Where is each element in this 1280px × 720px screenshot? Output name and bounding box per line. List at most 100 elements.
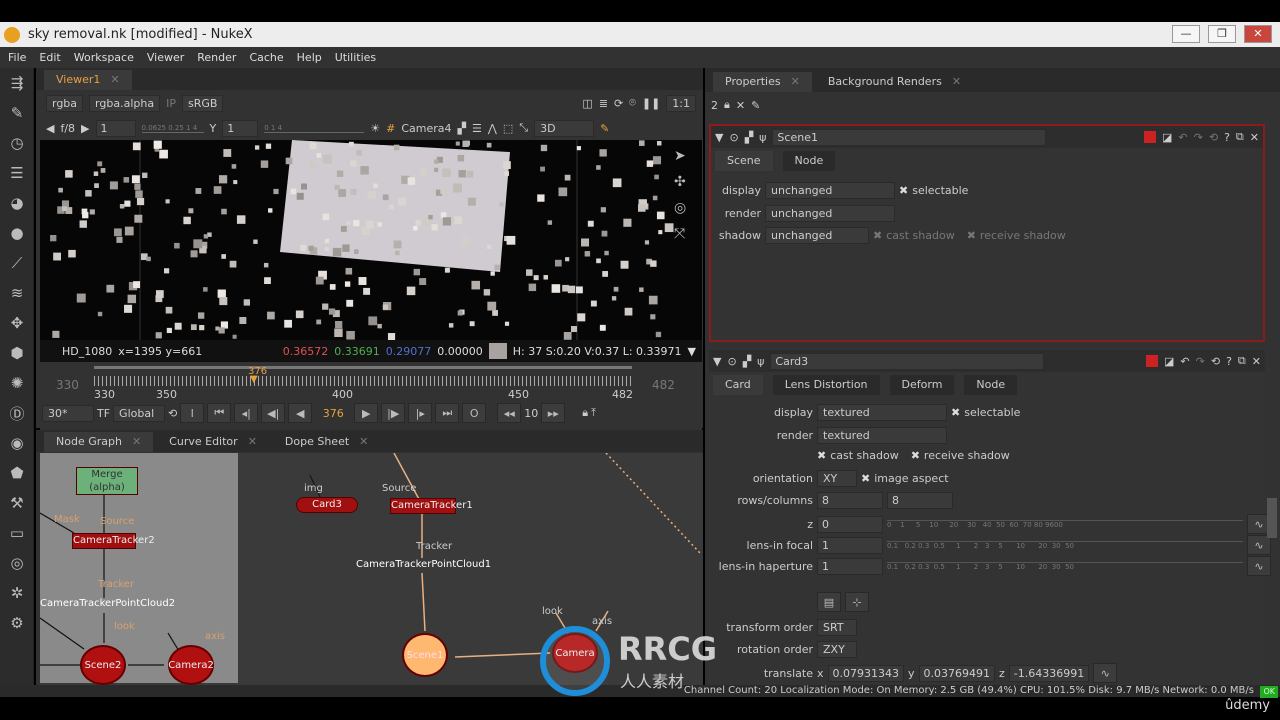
particles-tool-icon[interactable]: ✺ <box>0 368 34 398</box>
3d-tool-icon[interactable]: ⬢ <box>0 338 34 368</box>
scanline-icon[interactable]: ☰ <box>472 122 482 135</box>
minimize-button[interactable]: — <box>1172 25 1200 43</box>
play-backward-button[interactable]: ◀ <box>288 403 313 423</box>
merge-node[interactable]: Merge (alpha) <box>76 467 138 495</box>
set-in-button[interactable]: I <box>180 403 205 423</box>
rotate-tool-icon[interactable]: ◎ <box>674 200 698 216</box>
node-color-icon[interactable]: ▞ <box>743 355 751 368</box>
node-color-icon[interactable]: ▞ <box>745 131 753 144</box>
channel-tool-icon[interactable]: ☰ <box>0 158 34 188</box>
camera-tracker-2-node[interactable]: CameraTracker2 <box>72 533 155 549</box>
translate-x-input[interactable]: 0.07931343 <box>827 664 904 682</box>
time-format-dropdown[interactable]: TF <box>97 407 110 420</box>
undo-icon[interactable]: ↶ <box>1178 131 1187 144</box>
point-cloud-1-node[interactable]: CameraTrackerPointCloud1 <box>356 558 491 572</box>
focal-slider[interactable]: 0.1 0.2 0.3 0.5 1 2 3 5 10 20 30 50 <box>887 540 1243 550</box>
toolsets-icon[interactable]: ⚒ <box>0 488 34 518</box>
node-view-icon[interactable]: ⊙ <box>729 131 738 144</box>
list-icon[interactable]: ≣ <box>599 97 608 110</box>
gamma-slider[interactable]: 0 1 4 <box>264 124 365 133</box>
wipe-icon[interactable]: ◫ <box>582 97 592 110</box>
haperture-curve-icon[interactable]: ∿ <box>1247 556 1271 576</box>
node-name-field[interactable]: Card3 <box>770 352 1045 370</box>
properties-scrollbar[interactable] <box>1267 498 1277 538</box>
scale-tool-icon[interactable]: ⤧ <box>674 226 698 242</box>
menu-utilities[interactable]: Utilities <box>335 51 376 64</box>
ofx-tool-icon[interactable]: ✲ <box>0 578 34 608</box>
menu-edit[interactable]: Edit <box>39 51 60 64</box>
play-forward-button[interactable]: ▶ <box>354 403 379 423</box>
tab-deform[interactable]: Deform <box>889 375 955 395</box>
timeline-out-field[interactable]: 482 <box>652 378 675 392</box>
zoom-dropdown[interactable]: 1:1 <box>666 94 696 112</box>
tab-lens-distortion[interactable]: Lens Distortion <box>772 375 880 395</box>
metadata-tool-icon[interactable]: ⬟ <box>0 458 34 488</box>
help-icon[interactable]: ? <box>1226 355 1232 368</box>
menu-file[interactable]: File <box>8 51 26 64</box>
tab-background-renders[interactable]: Background Renders ✕ <box>815 72 974 92</box>
menu-render[interactable]: Render <box>197 51 236 64</box>
haperture-slider[interactable]: 0.1 0.2 0.3 0.5 1 2 3 5 10 20 30 50 <box>887 561 1243 571</box>
next-keyframe-button[interactable]: |▸ <box>408 403 433 423</box>
node-settings-icon[interactable]: ψ <box>757 355 764 368</box>
scene1-node[interactable]: Scene1 <box>402 633 448 677</box>
first-frame-button[interactable]: ⏮ <box>207 403 232 423</box>
timeline-range-bar[interactable] <box>94 366 632 369</box>
views-tool-icon[interactable]: ◉ <box>0 428 34 458</box>
close-panel-icon[interactable]: ✕ <box>1250 131 1259 144</box>
translate-z-input[interactable]: -1.64336991 <box>1008 664 1090 682</box>
gain-slider[interactable]: 0.0625 0.25 1 4 <box>141 124 204 133</box>
receive-shadow-checkbox[interactable]: ✖ <box>911 449 920 462</box>
axis-menu-button[interactable]: ⊹ <box>845 592 869 612</box>
help-icon[interactable]: ? <box>1224 131 1230 144</box>
display-dropdown[interactable]: unchanged <box>765 182 895 199</box>
filter-tool-icon[interactable]: ● <box>0 218 34 248</box>
clipping-icon[interactable]: ☀ <box>370 122 380 135</box>
refresh-icon[interactable]: ⟳ <box>614 97 623 110</box>
focal-input[interactable]: 1 <box>817 536 883 554</box>
lock-panels-icon[interactable]: 🔒︎ <box>724 98 730 112</box>
image-tool-icon[interactable]: ⇶ <box>0 68 34 98</box>
selectable-checkbox[interactable]: ✖ <box>951 406 960 419</box>
step-field[interactable]: 10 <box>524 407 538 420</box>
translate-tool-icon[interactable]: ✣ <box>674 174 698 190</box>
tab-properties[interactable]: Properties ✕ <box>713 72 812 92</box>
render-dropdown[interactable]: textured <box>817 427 947 444</box>
undo-icon[interactable]: ↶ <box>1180 355 1189 368</box>
translate-curve-icon[interactable]: ∿ <box>1093 663 1118 683</box>
prev-frame-button[interactable]: ◀| <box>261 403 286 423</box>
timeline-ruler[interactable] <box>94 376 632 386</box>
file-menu-button[interactable]: ▤ <box>817 592 841 612</box>
collapse-icon[interactable]: ▼ <box>715 131 723 144</box>
pause-icon[interactable]: ❚❚ <box>642 97 660 110</box>
other-tool-icon[interactable]: ▭ <box>0 518 34 548</box>
tab-card[interactable]: Card <box>713 375 763 395</box>
close-tab-icon[interactable]: ✕ <box>359 435 368 448</box>
node-color-swatch[interactable] <box>1146 355 1159 367</box>
focal-curve-icon[interactable]: ∿ <box>1247 535 1271 555</box>
region-icon[interactable]: ⬚ <box>503 122 513 135</box>
grid-icon[interactable]: # <box>386 122 395 135</box>
receive-shadow-checkbox[interactable]: ✖ <box>967 229 976 242</box>
prev-keyframe-button[interactable]: ◂| <box>234 403 259 423</box>
curve-icon[interactable]: ⋀ <box>488 122 497 135</box>
paint-icon[interactable]: ✎ <box>600 122 609 135</box>
keyer-tool-icon[interactable]: ⟋ <box>0 248 34 278</box>
selectable-checkbox[interactable]: ✖ <box>899 184 908 197</box>
image-aspect-checkbox[interactable]: ✖ <box>861 472 870 485</box>
close-tab-icon[interactable]: ✕ <box>952 75 961 88</box>
furnace-tool-icon[interactable]: ◎ <box>0 548 34 578</box>
timeline-in-field[interactable]: 330 <box>56 378 79 392</box>
fstop-next-icon[interactable]: ▶ <box>81 122 89 135</box>
z-slider[interactable]: 0 1 5 10 20 30 40 50 60 70 80 9600 <box>887 519 1243 529</box>
redo-icon[interactable]: ↷ <box>1196 355 1205 368</box>
select-tool-icon[interactable]: ➤ <box>674 148 698 164</box>
gl-color-icon[interactable]: ◪ <box>1164 355 1174 368</box>
float-icon[interactable]: ⧉ <box>1236 130 1244 144</box>
columns-input[interactable]: 8 <box>887 492 953 509</box>
collapse-icon[interactable]: ▼ <box>713 355 721 368</box>
revert-icon[interactable]: ⟲ <box>1211 355 1220 368</box>
axis-icon[interactable]: ⤡ <box>519 121 528 135</box>
orientation-dropdown[interactable]: XY <box>817 470 857 487</box>
float-icon[interactable]: ⧉ <box>1238 354 1246 368</box>
